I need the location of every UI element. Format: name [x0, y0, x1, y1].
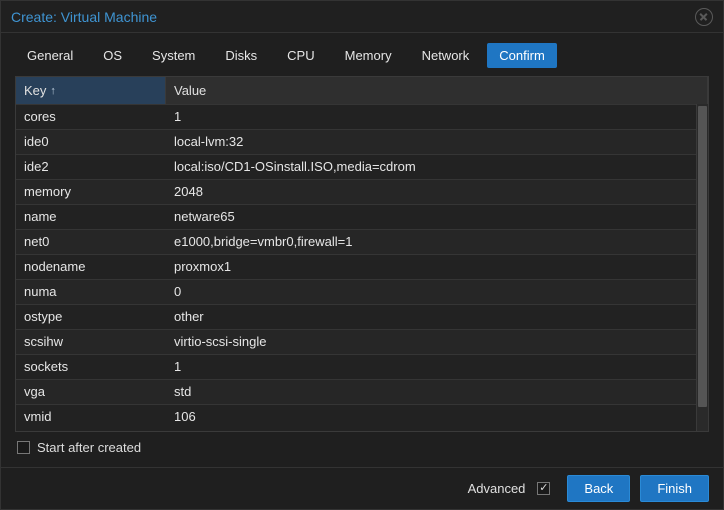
cell-value: 1 [166, 105, 696, 129]
vertical-scrollbar[interactable] [696, 104, 708, 431]
cell-key: vmid [16, 405, 166, 429]
cell-key: ide0 [16, 130, 166, 154]
table-row[interactable]: net0e1000,bridge=vmbr0,firewall=1 [16, 229, 696, 254]
tab-network[interactable]: Network [410, 43, 482, 68]
tab-cpu[interactable]: CPU [275, 43, 326, 68]
cell-value: e1000,bridge=vmbr0,firewall=1 [166, 230, 696, 254]
tab-general[interactable]: General [15, 43, 85, 68]
cell-key: name [16, 205, 166, 229]
table-row[interactable]: vgastd [16, 379, 696, 404]
grid-body: cores1ide0local-lvm:32ide2local:iso/CD1-… [16, 104, 696, 431]
column-header-key-label: Key [24, 83, 46, 98]
table-row[interactable]: scsihwvirtio-scsi-single [16, 329, 696, 354]
scrollbar-thumb[interactable] [698, 106, 707, 407]
table-row[interactable]: cores1 [16, 104, 696, 129]
cell-key: vga [16, 380, 166, 404]
start-after-label: Start after created [37, 440, 141, 455]
cell-value: virtio-scsi-single [166, 330, 696, 354]
cell-value: std [166, 380, 696, 404]
table-row[interactable]: ide0local-lvm:32 [16, 129, 696, 154]
cell-key: cores [16, 105, 166, 129]
cell-key: ide2 [16, 155, 166, 179]
window-title: Create: Virtual Machine [11, 9, 157, 25]
cell-key: nodename [16, 255, 166, 279]
advanced-checkbox[interactable] [537, 482, 550, 495]
dialog-footer: Advanced Back Finish [1, 467, 723, 509]
grid-body-wrap: cores1ide0local-lvm:32ide2local:iso/CD1-… [16, 104, 708, 431]
cell-value: 1 [166, 355, 696, 379]
tab-disks[interactable]: Disks [213, 43, 269, 68]
tab-memory[interactable]: Memory [333, 43, 404, 68]
cell-value: local:iso/CD1-OSinstall.ISO,media=cdrom [166, 155, 696, 179]
table-row[interactable]: namenetware65 [16, 204, 696, 229]
summary-grid: Key ↑ Value cores1ide0local-lvm:32ide2lo… [15, 76, 709, 432]
titlebar: Create: Virtual Machine [1, 1, 723, 33]
cell-key: net0 [16, 230, 166, 254]
below-grid: Start after created [1, 432, 723, 463]
cell-key: scsihw [16, 330, 166, 354]
table-row[interactable]: nodenameproxmox1 [16, 254, 696, 279]
back-button[interactable]: Back [567, 475, 630, 502]
cell-value: 106 [166, 405, 696, 429]
cell-key: ostype [16, 305, 166, 329]
cell-value: 2048 [166, 180, 696, 204]
tab-confirm[interactable]: Confirm [487, 43, 557, 68]
cell-key: numa [16, 280, 166, 304]
cell-key: sockets [16, 355, 166, 379]
tab-system[interactable]: System [140, 43, 207, 68]
cell-key: memory [16, 180, 166, 204]
table-row[interactable]: numa0 [16, 279, 696, 304]
start-after-checkbox[interactable] [17, 441, 30, 454]
table-row[interactable]: memory2048 [16, 179, 696, 204]
column-header-value[interactable]: Value [166, 77, 708, 104]
finish-button[interactable]: Finish [640, 475, 709, 502]
column-header-value-label: Value [174, 83, 206, 98]
advanced-label: Advanced [468, 481, 526, 496]
cell-value: proxmox1 [166, 255, 696, 279]
table-row[interactable]: vmid106 [16, 404, 696, 429]
close-icon[interactable] [695, 8, 713, 26]
cell-value: other [166, 305, 696, 329]
tab-os[interactable]: OS [91, 43, 134, 68]
grid-header: Key ↑ Value [16, 77, 708, 104]
table-row[interactable]: ostypeother [16, 304, 696, 329]
sort-asc-icon: ↑ [50, 85, 56, 97]
table-row[interactable]: ide2local:iso/CD1-OSinstall.ISO,media=cd… [16, 154, 696, 179]
cell-value: 0 [166, 280, 696, 304]
column-header-key[interactable]: Key ↑ [16, 77, 166, 104]
wizard-tabbar: GeneralOSSystemDisksCPU MemoryNetworkConf… [1, 33, 723, 76]
cell-value: local-lvm:32 [166, 130, 696, 154]
dialog-create-vm: Create: Virtual Machine GeneralOSSystemD… [0, 0, 724, 510]
table-row[interactable]: sockets1 [16, 354, 696, 379]
cell-value: netware65 [166, 205, 696, 229]
